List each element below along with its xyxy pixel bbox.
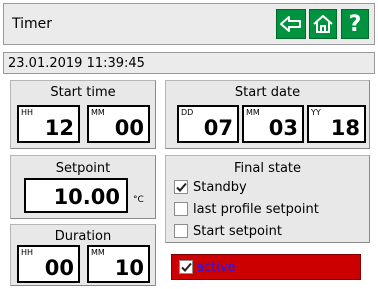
start-date-month-field[interactable]: MM 03	[242, 105, 304, 143]
home-button[interactable]	[309, 9, 337, 39]
start-time-hours-value: 12	[44, 116, 74, 140]
last-profile-setpoint-label: last profile setpoint	[193, 201, 319, 217]
start-date-year-value: 18	[330, 116, 360, 140]
day-unit-label: DD	[181, 108, 194, 117]
active-toggle[interactable]: active	[171, 254, 361, 280]
duration-hours-field[interactable]: HH 00	[17, 245, 80, 283]
minutes-unit-label: MM	[91, 248, 105, 257]
start-time-title: Start time	[50, 85, 116, 100]
back-button[interactable]	[276, 9, 306, 39]
checkmark-icon	[181, 262, 192, 272]
start-time-panel: Start time HH 12 MM 00	[10, 80, 156, 149]
hours-unit-label: HH	[21, 248, 34, 257]
duration-panel: Duration HH 00 MM 10	[10, 224, 156, 286]
start-time-hours-field[interactable]: HH 12	[17, 105, 80, 143]
setpoint-panel: Setpoint 10.00 °C	[10, 155, 156, 219]
duration-title: Duration	[54, 229, 112, 244]
duration-minutes-field[interactable]: MM 10	[87, 245, 150, 283]
start-date-day-field[interactable]: DD 07	[177, 105, 239, 143]
year-unit-label: YY	[311, 108, 321, 117]
hours-unit-label: HH	[21, 108, 34, 117]
start-date-title: Start date	[234, 85, 301, 100]
start-time-minutes-value: 00	[114, 116, 144, 140]
setpoint-unit: °C	[133, 195, 144, 205]
option-last-profile-setpoint[interactable]: last profile setpoint	[174, 200, 319, 218]
home-icon	[313, 15, 333, 33]
start-date-day-value: 07	[203, 116, 233, 140]
start-setpoint-label: Start setpoint	[193, 223, 282, 239]
back-arrow-icon	[280, 16, 301, 32]
current-datetime: 23.01.2019 11:39:45	[8, 56, 145, 71]
duration-hours-value: 00	[44, 256, 74, 280]
datetime-bar: 23.01.2019 11:39:45	[3, 52, 375, 74]
option-standby[interactable]: Standby	[174, 178, 247, 196]
active-label: active	[196, 259, 236, 275]
duration-minutes-value: 10	[114, 256, 144, 280]
setpoint-field[interactable]: 10.00	[24, 178, 128, 213]
final-state-panel: Final state Standby last profile setpoin…	[165, 155, 370, 243]
minutes-unit-label: MM	[91, 108, 105, 117]
start-date-month-value: 03	[268, 116, 298, 140]
setpoint-value: 10.00	[53, 185, 120, 209]
checkmark-icon	[176, 182, 187, 192]
start-date-panel: Start date DD 07 MM 03 YY 18	[165, 80, 370, 149]
help-button[interactable]: ?	[341, 9, 369, 39]
standby-checkbox[interactable]	[174, 180, 188, 194]
active-checkbox[interactable]	[179, 260, 193, 274]
option-start-setpoint[interactable]: Start setpoint	[174, 222, 282, 240]
month-unit-label: MM	[246, 108, 260, 117]
title-bar: Timer ?	[3, 3, 375, 45]
setpoint-title: Setpoint	[55, 161, 111, 176]
active-row[interactable]: active	[179, 258, 236, 276]
standby-label: Standby	[193, 179, 247, 195]
start-date-year-field[interactable]: YY 18	[307, 105, 366, 143]
start-time-minutes-field[interactable]: MM 00	[87, 105, 150, 143]
help-icon: ?	[348, 11, 362, 37]
last-profile-setpoint-checkbox[interactable]	[174, 202, 188, 216]
final-state-title: Final state	[233, 161, 302, 176]
start-setpoint-checkbox[interactable]	[174, 224, 188, 238]
page-title: Timer	[12, 16, 53, 32]
